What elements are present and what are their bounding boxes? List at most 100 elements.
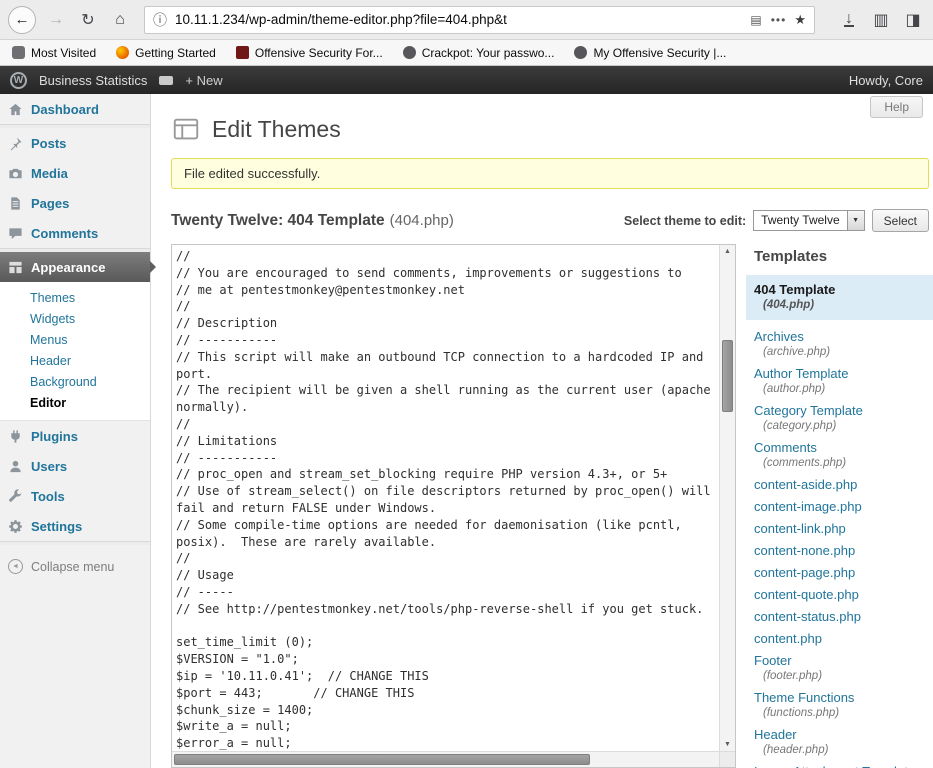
wordpress-logo-icon[interactable]: W	[10, 72, 27, 89]
page-actions-icon[interactable]: •••	[771, 13, 787, 27]
horizontal-scroll-thumb[interactable]	[174, 754, 590, 765]
templates-heading: Templates	[754, 248, 933, 265]
submenu-item-menus[interactable]: Menus	[0, 329, 150, 350]
bookmark-label: Crackpot: Your passwo...	[422, 46, 555, 60]
template-item-404[interactable]: 404 Template (404.php)	[746, 275, 933, 320]
submenu-item-background[interactable]: Background	[0, 371, 150, 392]
template-item-content-link[interactable]: content-link.php	[754, 520, 933, 537]
sidebar-item-dashboard[interactable]: Dashboard	[0, 94, 150, 124]
template-link[interactable]: Theme Functions	[754, 689, 933, 706]
template-item-content-aside[interactable]: content-aside.php	[754, 476, 933, 493]
template-link[interactable]: Archives	[754, 328, 933, 345]
horizontal-scrollbar[interactable]	[172, 751, 719, 767]
admin-bar-site-name[interactable]: Business Statistics	[39, 73, 147, 88]
submenu-item-widgets[interactable]: Widgets	[0, 308, 150, 329]
template-item-category[interactable]: Category Template (category.php)	[754, 402, 933, 434]
sidebar-item-label: Media	[31, 166, 68, 181]
sidebar-item-pages[interactable]: Pages	[0, 188, 150, 218]
template-link[interactable]: content-page.php	[754, 564, 933, 581]
template-filename: (author.php)	[754, 382, 933, 397]
template-link[interactable]: content-none.php	[754, 542, 933, 559]
users-icon	[8, 459, 23, 474]
submenu-item-editor[interactable]: Editor	[0, 392, 150, 413]
sidebar-toggle-button[interactable]: ◨	[901, 8, 925, 32]
back-button[interactable]: ←	[8, 6, 36, 34]
template-item-content-quote[interactable]: content-quote.php	[754, 586, 933, 603]
template-link[interactable]: Category Template	[754, 402, 933, 419]
vertical-scroll-track[interactable]	[720, 258, 735, 738]
bookmark-crackpot[interactable]: Crackpot: Your passwo...	[403, 46, 555, 60]
template-link[interactable]: content-link.php	[754, 520, 933, 537]
file-name: (404.php)	[390, 212, 454, 229]
submenu-item-header[interactable]: Header	[0, 350, 150, 371]
comments-bubble-icon[interactable]	[159, 76, 173, 85]
bookmark-star-icon[interactable]: ★	[794, 12, 806, 28]
sidebar-item-media[interactable]: Media	[0, 158, 150, 188]
sidebar-item-settings[interactable]: Settings	[0, 511, 150, 541]
admin-bar-howdy[interactable]: Howdy, Core	[849, 73, 923, 88]
scroll-up-icon[interactable]: ▲	[720, 245, 735, 258]
templates-panel: Templates 404 Template (404.php) Archive…	[754, 244, 933, 768]
template-item-header[interactable]: Header (header.php)	[754, 726, 933, 758]
template-link[interactable]: content-image.php	[754, 498, 933, 515]
library-button[interactable]: ▥	[869, 8, 893, 32]
template-link[interactable]: content-aside.php	[754, 476, 933, 493]
sidebar-item-users[interactable]: Users	[0, 451, 150, 481]
success-notice: File edited successfully.	[171, 158, 929, 189]
theme-select-dropdown[interactable]: Twenty Twelve ▼	[753, 210, 864, 231]
template-item-content[interactable]: content.php	[754, 630, 933, 647]
code-textarea[interactable]: // // You are encouraged to send comment…	[172, 245, 719, 751]
template-link[interactable]: Image Attachment Template	[754, 763, 933, 768]
site-info-icon[interactable]: ⓘ	[153, 10, 167, 30]
refresh-button[interactable]: ↻	[76, 8, 100, 32]
template-item-content-page[interactable]: content-page.php	[754, 564, 933, 581]
template-link[interactable]: content-quote.php	[754, 586, 933, 603]
help-button[interactable]: Help	[870, 96, 923, 118]
sidebar-item-posts[interactable]: Posts	[0, 128, 150, 158]
template-link[interactable]: Comments	[754, 439, 933, 456]
template-item-archives[interactable]: Archives (archive.php)	[754, 328, 933, 360]
url-bar[interactable]: ⓘ 10.11.1.234/wp-admin/theme-editor.php?…	[144, 6, 815, 34]
main-content: Help Edit Themes File edited successfull…	[151, 94, 933, 768]
template-item-comments[interactable]: Comments (comments.php)	[754, 439, 933, 471]
sidebar-item-label: Comments	[31, 226, 98, 241]
dashboard-icon	[8, 102, 23, 117]
forward-button[interactable]: →	[44, 8, 68, 32]
url-text[interactable]: 10.11.1.234/wp-admin/theme-editor.php?fi…	[175, 12, 742, 27]
reader-mode-icon[interactable]: ▤	[750, 13, 762, 27]
template-item-author[interactable]: Author Template (author.php)	[754, 365, 933, 397]
scroll-down-icon[interactable]: ▼	[720, 738, 735, 751]
sidebar-item-label: Tools	[31, 489, 65, 504]
template-link[interactable]: content.php	[754, 630, 933, 647]
collapse-menu-button[interactable]: ◄ Collapse menu	[0, 559, 150, 574]
template-item-footer[interactable]: Footer (footer.php)	[754, 652, 933, 684]
vertical-scrollbar[interactable]: ▲ ▼	[719, 245, 735, 751]
sidebar-item-plugins[interactable]: Plugins	[0, 421, 150, 451]
bookmark-getting-started[interactable]: Getting Started	[116, 46, 216, 60]
sidebar-item-tools[interactable]: Tools	[0, 481, 150, 511]
bookmark-most-visited[interactable]: Most Visited	[12, 46, 96, 60]
home-button[interactable]: ⌂	[108, 8, 132, 32]
bookmark-offensive-security[interactable]: Offensive Security For...	[236, 46, 383, 60]
template-item-content-status[interactable]: content-status.php	[754, 608, 933, 625]
template-link[interactable]: Header	[754, 726, 933, 743]
sidebar-item-appearance[interactable]: Appearance	[0, 252, 150, 282]
vertical-scroll-thumb[interactable]	[722, 340, 733, 412]
template-item-content-image[interactable]: content-image.php	[754, 498, 933, 515]
template-item-image[interactable]: Image Attachment Template (image.php)	[754, 763, 933, 768]
select-theme-button[interactable]: Select	[872, 209, 929, 232]
file-heading: Twenty Twelve: 404 Template	[171, 212, 385, 229]
template-link[interactable]: content-status.php	[754, 608, 933, 625]
sidebar-separator	[0, 541, 150, 545]
sidebar-item-comments[interactable]: Comments	[0, 218, 150, 248]
bookmark-label: My Offensive Security |...	[593, 46, 726, 60]
template-link[interactable]: Author Template	[754, 365, 933, 382]
download-button[interactable]: ↓	[837, 8, 861, 32]
template-link[interactable]: 404 Template	[754, 281, 925, 298]
submenu-item-themes[interactable]: Themes	[0, 287, 150, 308]
template-link[interactable]: Footer	[754, 652, 933, 669]
bookmark-my-offensive-security[interactable]: My Offensive Security |...	[574, 46, 726, 60]
template-item-functions[interactable]: Theme Functions (functions.php)	[754, 689, 933, 721]
template-item-content-none[interactable]: content-none.php	[754, 542, 933, 559]
admin-bar-new-button[interactable]: + New	[185, 73, 222, 88]
